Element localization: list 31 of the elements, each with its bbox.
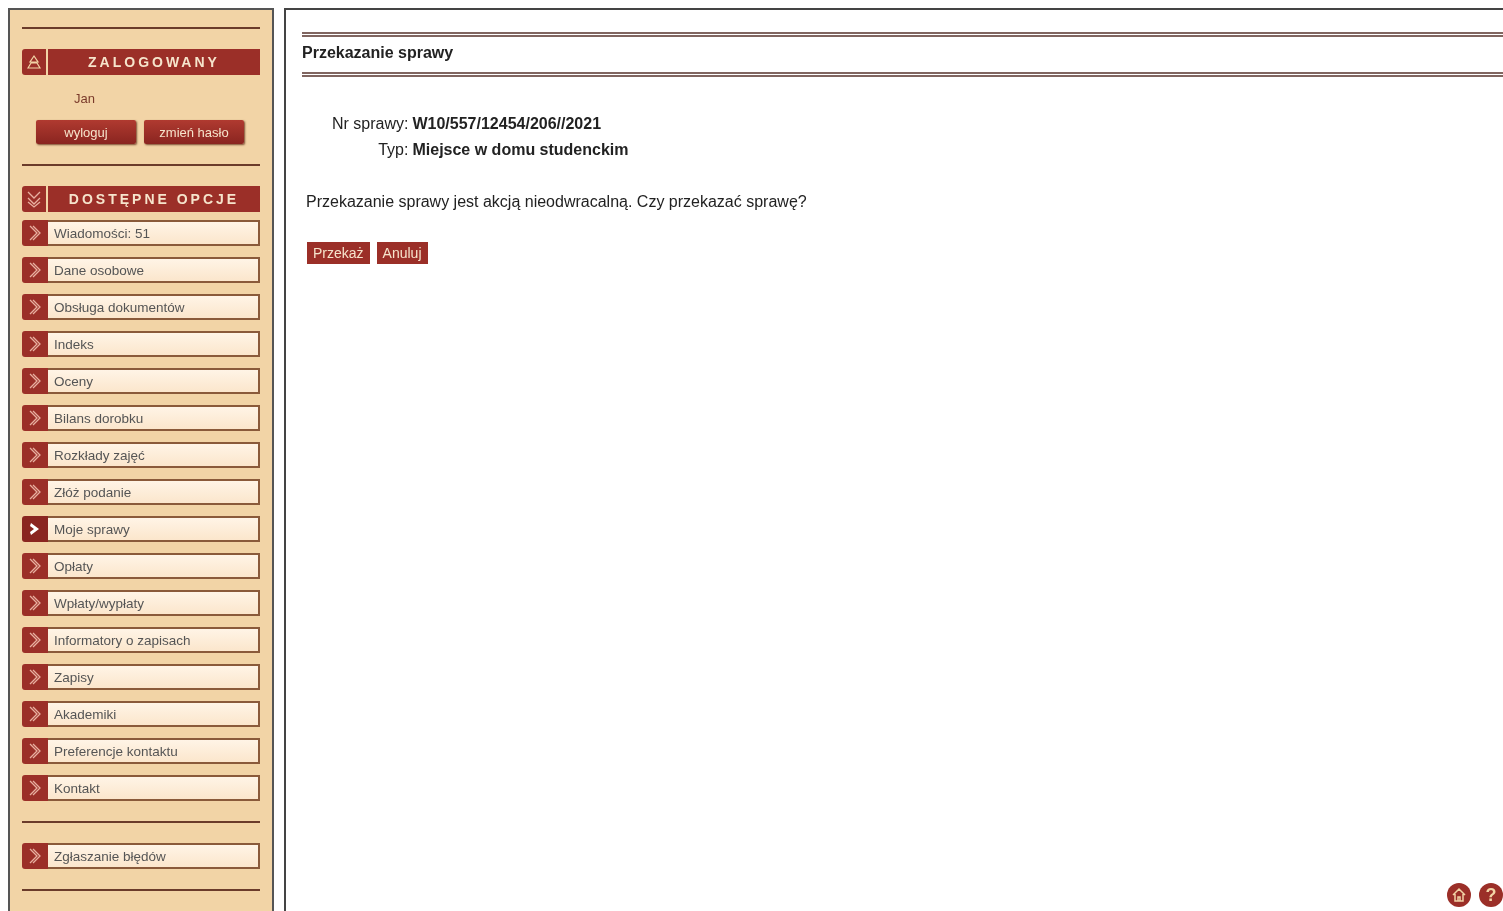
menu-item[interactable]: Obsługa dokumentów <box>48 294 260 320</box>
menu-item[interactable]: Dane osobowe <box>48 257 260 283</box>
menu-item[interactable]: Wiadomości: 51 <box>48 220 260 246</box>
menu-item[interactable]: Opłaty <box>48 553 260 579</box>
menu-item[interactable]: Bilans dorobku <box>48 405 260 431</box>
field-label: Nr sprawy: <box>332 115 409 133</box>
help-button[interactable]: ? <box>1479 883 1503 907</box>
menu-item[interactable]: Zapisy <box>48 664 260 690</box>
field-value: Miejsce w domu studenckim <box>412 141 629 159</box>
cancel-button[interactable]: Anuluj <box>376 242 428 264</box>
logout-button[interactable]: wyloguj <box>36 120 136 144</box>
page-title: Przekazanie sprawy <box>302 43 455 63</box>
menu-item[interactable]: Informatory o zapisach <box>48 627 260 653</box>
field-label: Typ: <box>377 141 409 159</box>
menu-item[interactable]: Kontakt <box>48 775 260 801</box>
menu-item[interactable]: Wpłaty/wypłaty <box>48 590 260 616</box>
section-header: ZALOGOWANY <box>48 49 260 75</box>
menu-item[interactable]: Preferencje kontaktu <box>48 738 260 764</box>
menu-item[interactable]: Rozkłady zajęć <box>48 442 260 468</box>
field-value: W10/557/12454/206//2021 <box>412 115 603 133</box>
change-password-button[interactable]: zmień hasło <box>144 120 244 144</box>
menu-item[interactable]: Zgłaszanie błędów <box>48 843 260 869</box>
menu-item[interactable]: Indeks <box>48 331 260 357</box>
menu-item[interactable]: Oceny <box>48 368 260 394</box>
user-name: Jan <box>74 91 96 106</box>
confirmation-message: Przekazanie sprawy jest akcją nieodwracalną. Czy przekazać sprawę? <box>306 193 808 211</box>
section-header: DOSTĘPNE OPCJE <box>48 186 260 212</box>
menu-item[interactable]: Moje sprawy <box>48 516 260 542</box>
menu-item[interactable]: Złóż podanie <box>48 479 260 505</box>
menu-item[interactable]: Akademiki <box>48 701 260 727</box>
transfer-button[interactable]: Przekaż <box>307 242 370 264</box>
